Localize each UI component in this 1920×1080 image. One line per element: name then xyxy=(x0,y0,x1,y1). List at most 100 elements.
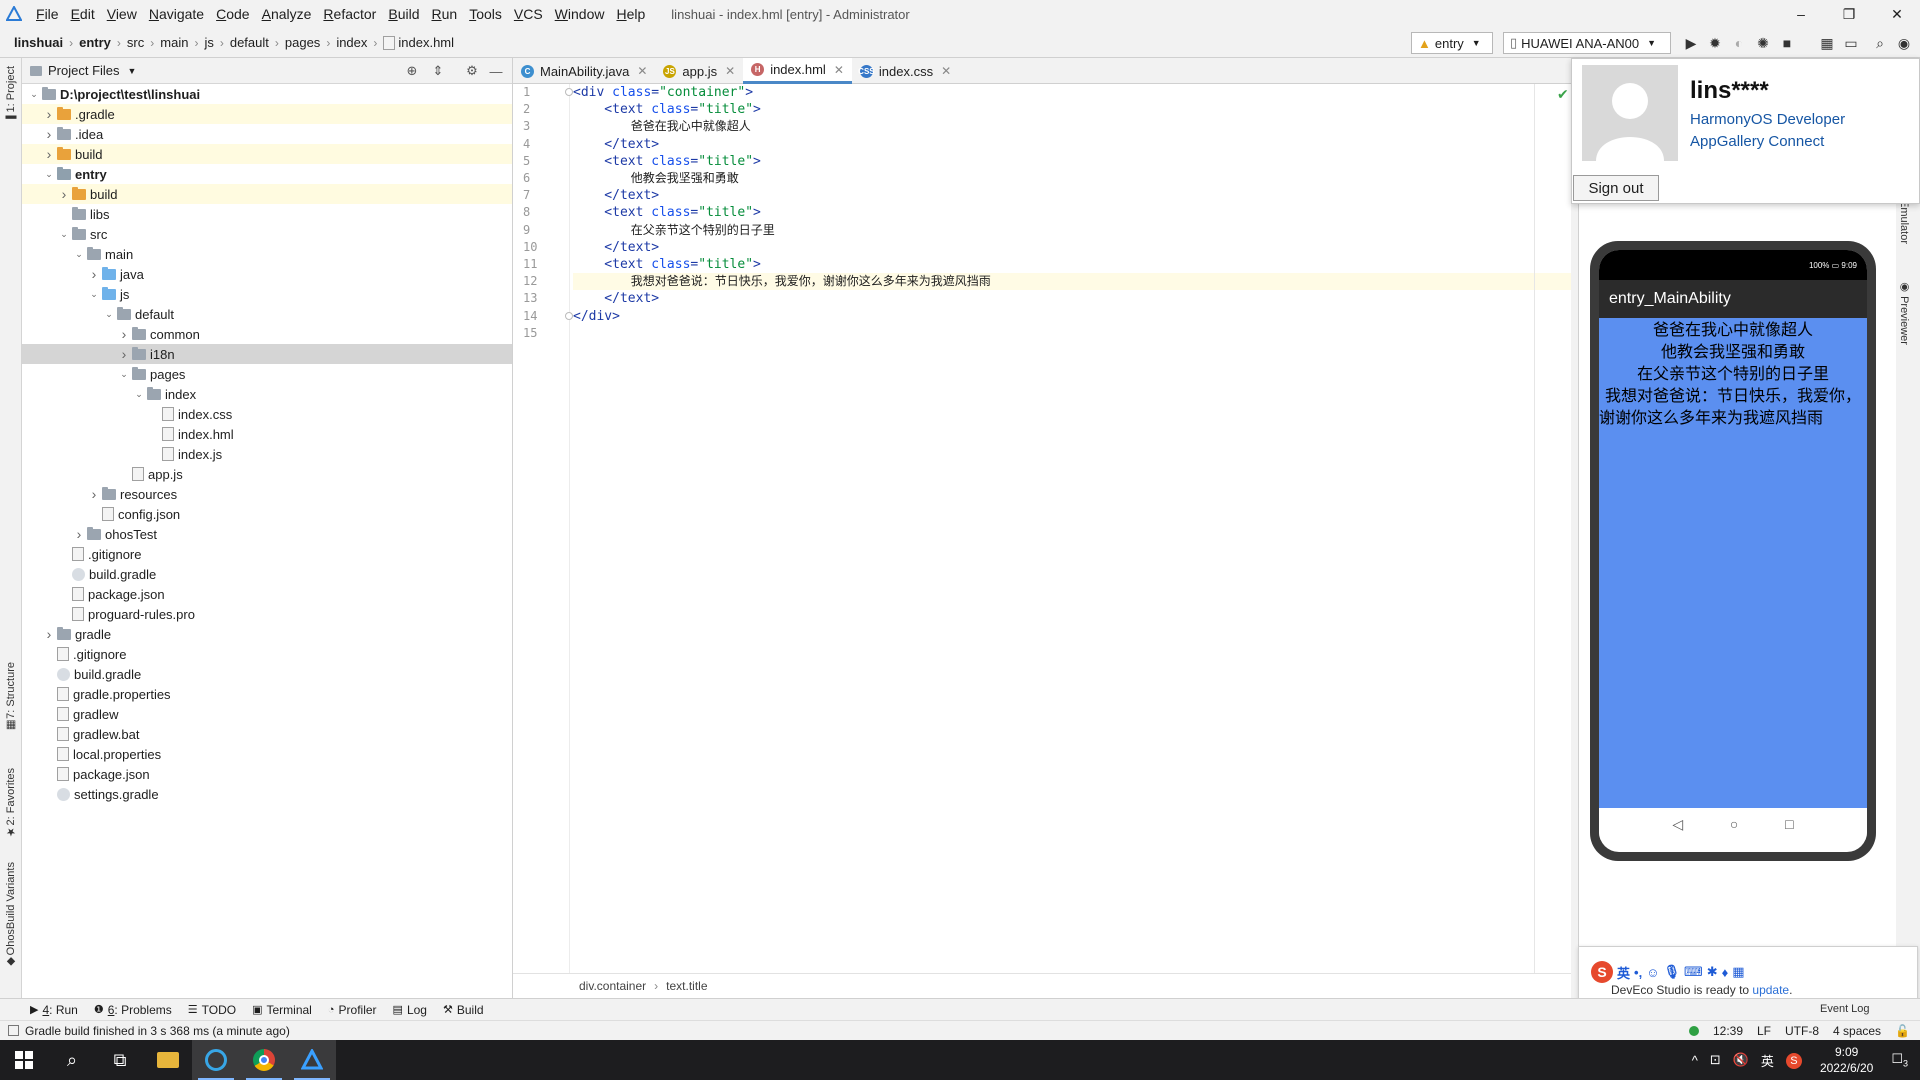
project-tool-tab[interactable]: ▬ 1: Project xyxy=(1,66,21,124)
phone-screen[interactable]: 100% ▭ 9:09 entry_MainAbility 爸爸在我心中就像超人… xyxy=(1599,250,1867,852)
task-view-icon[interactable]: ⧉ xyxy=(96,1040,144,1080)
tree-item[interactable]: ⌄ js xyxy=(22,284,512,304)
ime-emoji-icon[interactable]: ☺ xyxy=(1646,965,1659,980)
caret-position[interactable]: 12:39 xyxy=(1713,1024,1743,1038)
file-explorer-icon[interactable] xyxy=(144,1040,192,1080)
input-language-icon[interactable]: 英 xyxy=(1755,1051,1780,1070)
tree-item[interactable]: package.json xyxy=(22,584,512,604)
close-tab-icon[interactable]: ✕ xyxy=(637,64,647,78)
editor-tab[interactable]: CSS index.css ✕ xyxy=(852,58,959,84)
appgallery-connect-link[interactable]: AppGallery Connect xyxy=(1690,133,1824,150)
code-line[interactable]: 我想对爸爸说：节日快乐，我爱你，谢谢你这么多年来为我遮风挡雨 xyxy=(573,273,1571,291)
menu-code[interactable]: Code xyxy=(210,0,255,28)
menu-window[interactable]: Window xyxy=(549,0,611,28)
tree-item[interactable]: config.json xyxy=(22,504,512,524)
terminal-tool-button[interactable]: ▣ Terminal xyxy=(244,999,320,1021)
tree-item[interactable]: index.css xyxy=(22,404,512,424)
tree-item[interactable]: settings.gradle xyxy=(22,784,512,804)
chevron-down-icon[interactable]: ⌄ xyxy=(26,89,42,100)
status-message[interactable]: Gradle build finished in 3 s 368 ms (a m… xyxy=(25,1024,290,1038)
previewer-tool-tab[interactable]: ◉ Previewer xyxy=(1898,280,1911,345)
chevron-down-icon[interactable]: ⌄ xyxy=(41,169,57,180)
ime-language[interactable]: 英 xyxy=(1617,963,1630,982)
chevron-down-icon[interactable]: ⌄ xyxy=(116,369,132,380)
code-line[interactable]: </text> xyxy=(573,239,1571,256)
tree-item[interactable]: proguard-rules.pro xyxy=(22,604,512,624)
structure-tool-tab[interactable]: ▦ 7: Structure xyxy=(1,662,21,732)
chevron-right-icon[interactable]: › xyxy=(116,326,132,342)
log-tool-button[interactable]: ▤ Log xyxy=(385,999,435,1021)
search-icon[interactable]: ⌕ xyxy=(1870,33,1890,53)
profiler-tool-button[interactable]: ◔ Profiler xyxy=(320,999,385,1021)
editor-tab[interactable]: JS app.js ✕ xyxy=(655,58,743,84)
chevron-right-icon[interactable]: › xyxy=(86,486,102,502)
code-line[interactable]: <div class="container"> xyxy=(573,84,1571,101)
tree-item[interactable]: gradlew xyxy=(22,704,512,724)
gear-icon[interactable]: ⚙ xyxy=(463,62,481,80)
device-manager-icon[interactable]: ▭ xyxy=(1841,33,1861,53)
tree-item[interactable]: ⌄ D:\project\test\linshuai xyxy=(22,84,512,104)
crumb-project[interactable]: linshuai xyxy=(12,35,65,50)
hide-panel-icon[interactable]: — xyxy=(487,62,505,80)
sogou-tray-icon[interactable]: S xyxy=(1780,1052,1808,1069)
chevron-down-icon[interactable]: ⌄ xyxy=(131,389,147,400)
chevron-down-icon[interactable]: ⌄ xyxy=(101,309,117,320)
problems-tool-button[interactable]: ❶6: Problems xyxy=(86,999,180,1021)
code-line[interactable]: <text class="title"> xyxy=(573,101,1571,118)
chevron-right-icon[interactable]: › xyxy=(56,186,72,202)
chevron-right-icon[interactable]: › xyxy=(86,266,102,282)
tree-item[interactable]: ⌄ index xyxy=(22,384,512,404)
device-select[interactable]: ▯ HUAWEI ANA-AN00 ▼ xyxy=(1503,32,1671,54)
tree-item[interactable]: ⌄ src xyxy=(22,224,512,244)
code-line[interactable] xyxy=(573,325,1571,342)
run-config-select[interactable]: ▲ entry ▼ xyxy=(1411,32,1493,54)
chevron-right-icon[interactable]: › xyxy=(116,346,132,362)
chevron-right-icon[interactable]: › xyxy=(41,626,57,642)
tree-item[interactable]: › build xyxy=(22,184,512,204)
chevron-right-icon[interactable]: › xyxy=(41,106,57,122)
tree-item[interactable]: package.json xyxy=(22,764,512,784)
lock-icon[interactable]: 🔓 xyxy=(1895,1024,1910,1038)
code-line[interactable]: <text class="title"> xyxy=(573,153,1571,170)
ime-grid-icon[interactable]: ▦ xyxy=(1732,964,1744,980)
code-line[interactable]: <text class="title"> xyxy=(573,204,1571,221)
crumb-div-container[interactable]: div.container xyxy=(579,979,646,993)
debug-icon[interactable]: ✹ xyxy=(1705,33,1725,53)
tree-item[interactable]: build.gradle xyxy=(22,664,512,684)
crumb-default[interactable]: default xyxy=(228,35,271,50)
tree-item[interactable]: index.js xyxy=(22,444,512,464)
deveco-studio-icon[interactable] xyxy=(288,1040,336,1080)
menu-view[interactable]: View xyxy=(101,0,143,28)
tree-item[interactable]: › common xyxy=(22,324,512,344)
tree-item[interactable]: gradlew.bat xyxy=(22,724,512,744)
windows-start-icon[interactable] xyxy=(0,1040,48,1080)
editor-tab[interactable]: C MainAbility.java ✕ xyxy=(513,58,655,84)
menu-help[interactable]: Help xyxy=(610,0,651,28)
chrome-icon[interactable] xyxy=(240,1040,288,1080)
crumb-text-title[interactable]: text.title xyxy=(666,979,707,993)
inspection-ok-icon[interactable]: ✔ xyxy=(1557,86,1569,103)
code-line[interactable]: </text> xyxy=(573,136,1571,153)
ime-punctuation-icon[interactable]: •, xyxy=(1634,965,1642,980)
crumb-src[interactable]: src xyxy=(125,35,146,50)
code-line[interactable]: <text class="title"> xyxy=(573,256,1571,273)
menu-analyze[interactable]: Analyze xyxy=(256,0,318,28)
event-log-button[interactable]: Event Log xyxy=(1820,1003,1870,1015)
tree-item[interactable]: libs xyxy=(22,204,512,224)
code-editor[interactable]: 1 2 3 4 5 6 7 8 9 10 11 12 13 14 15 <div class="contai… xyxy=(513,84,1571,973)
maximize-button[interactable]: ❐ xyxy=(1826,0,1872,28)
tray-overflow-icon[interactable]: ^ xyxy=(1686,1053,1704,1068)
crumb-main[interactable]: main xyxy=(158,35,190,50)
menu-navigate[interactable]: Navigate xyxy=(143,0,210,28)
clock[interactable]: 9:09 2022/6/20 xyxy=(1808,1044,1885,1076)
update-link[interactable]: update xyxy=(1752,983,1789,997)
run-icon[interactable]: ▶ xyxy=(1681,33,1701,53)
tree-item[interactable]: › i18n xyxy=(22,344,512,364)
code-line[interactable]: </div> xyxy=(573,308,1571,325)
tree-item[interactable]: › java xyxy=(22,264,512,284)
tree-item[interactable]: ⌄ pages xyxy=(22,364,512,384)
tree-item[interactable]: .gitignore xyxy=(22,644,512,664)
back-icon[interactable]: ◁ xyxy=(1672,816,1683,833)
chevron-down-icon[interactable]: ⌄ xyxy=(71,249,87,260)
line-separator[interactable]: LF xyxy=(1757,1024,1771,1038)
